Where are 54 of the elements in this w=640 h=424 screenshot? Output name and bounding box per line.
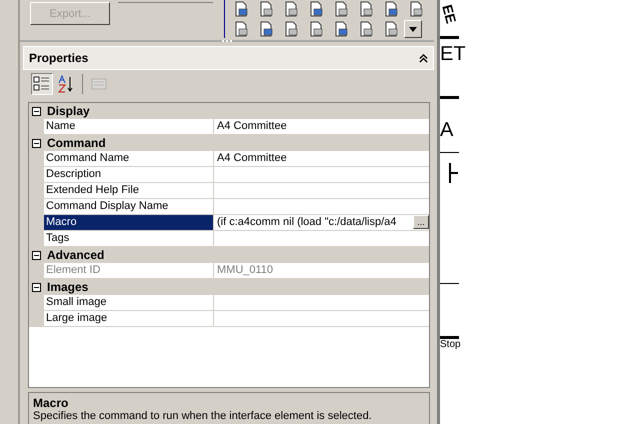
property-value: A4 Committee	[217, 151, 287, 166]
property-name[interactable]: Command Name	[44, 151, 214, 167]
description-title: Macro	[33, 396, 70, 410]
page-icon[interactable]	[308, 21, 324, 37]
page-icon[interactable]	[383, 21, 399, 37]
description-text: Specifies the command to run when the interface element is selected.	[33, 410, 373, 422]
page-icon[interactable]	[358, 21, 374, 37]
property-value: MMU_0110	[217, 263, 274, 278]
property-name[interactable]: Small image	[44, 295, 214, 311]
category-title: Display	[47, 104, 90, 118]
property-name[interactable]: Extended Help File	[44, 183, 214, 199]
dropdown-button[interactable]	[404, 20, 422, 38]
page-icon[interactable]	[358, 1, 374, 17]
splitter-handle[interactable]	[20, 40, 434, 42]
input-field[interactable]	[118, 0, 213, 3]
category-title: Command	[47, 136, 106, 150]
drawing-text: A	[440, 119, 454, 142]
page-icon[interactable]	[408, 1, 424, 17]
category-title: Images	[47, 280, 88, 294]
collapse-icon[interactable]	[32, 138, 41, 148]
page-icon[interactable]	[308, 1, 324, 17]
page-icon[interactable]	[233, 1, 249, 17]
page-icon[interactable]	[283, 21, 299, 37]
category-row[interactable]: Command	[29, 135, 429, 151]
collapse-icon[interactable]	[32, 282, 41, 292]
collapse-icon[interactable]	[419, 54, 428, 62]
list-icon	[33, 75, 51, 93]
collapse-icon[interactable]	[32, 106, 41, 116]
panel-title: Properties	[29, 51, 88, 65]
category-row[interactable]: Advanced	[29, 247, 429, 263]
page-icon[interactable]	[333, 21, 349, 37]
category-row[interactable]: Display	[29, 103, 429, 119]
collapse-icon[interactable]	[32, 250, 41, 260]
property-name[interactable]: Large image	[44, 311, 214, 327]
property-name[interactable]: Description	[44, 167, 214, 183]
browse-button[interactable]: ...	[413, 215, 429, 229]
page-icon[interactable]	[383, 1, 399, 17]
categorized-button[interactable]	[31, 73, 53, 95]
page-icon[interactable]	[233, 21, 249, 37]
category-title: Advanced	[47, 248, 104, 262]
page-icon[interactable]	[258, 21, 274, 37]
property-value: (if c:a4comm nil (load "c:/data/lisp/a4	[217, 215, 396, 230]
sort-icon	[57, 75, 75, 93]
page-icon[interactable]	[283, 1, 299, 17]
page-icon[interactable]	[333, 1, 349, 17]
drawing-text: EE	[439, 2, 460, 26]
drawing-text: ET	[440, 43, 466, 66]
category-row[interactable]: Images	[29, 279, 429, 295]
drawing-text: Stop	[440, 339, 461, 350]
caret-icon	[409, 26, 417, 32]
page-icon[interactable]	[258, 1, 274, 17]
tee-mark	[448, 163, 458, 183]
property-name[interactable]: Macro	[44, 215, 214, 231]
property-value: A4 Committee	[217, 119, 287, 134]
